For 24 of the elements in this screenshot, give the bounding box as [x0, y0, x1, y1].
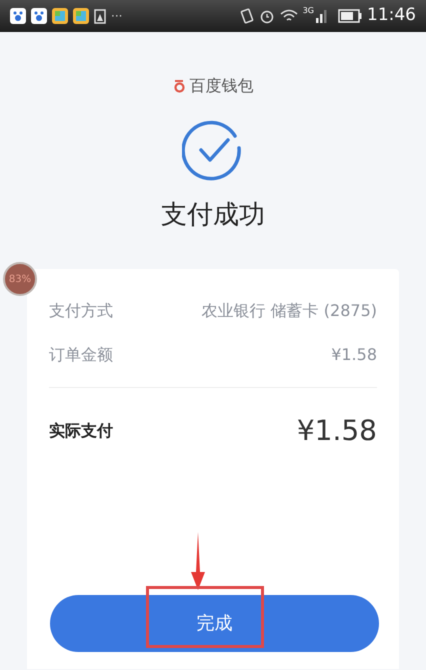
battery-warning-icon — [94, 8, 106, 24]
detail-value: ¥1.58 — [331, 344, 377, 366]
brand-name: 百度钱包 — [190, 75, 254, 97]
brand-logo-icon — [172, 79, 186, 93]
detail-label: 支付方式 — [49, 300, 113, 322]
vibrate-icon — [240, 8, 254, 24]
done-button[interactable]: 完成 — [50, 595, 379, 652]
detail-label: 订单金额 — [49, 344, 113, 366]
total-amount: ¥1.58 — [296, 413, 377, 449]
signal-icon — [315, 8, 327, 24]
colorful-app-icon — [52, 8, 68, 24]
detail-value: 农业银行 储蓄卡 (2875) — [202, 300, 377, 322]
battery-icon — [338, 9, 362, 23]
network-type-text: 3G — [302, 5, 314, 17]
clock-text: 11:46 — [367, 4, 416, 28]
more-notifications-text: ··· — [111, 8, 122, 25]
success-check-icon — [182, 120, 244, 182]
total-label: 实际支付 — [49, 420, 113, 442]
colorful-app-icon — [73, 8, 89, 24]
paw-app-icon — [31, 8, 47, 24]
alarm-icon — [258, 8, 275, 24]
paw-app-icon — [10, 8, 26, 24]
payment-status-title: 支付成功 — [161, 199, 265, 232]
floating-percent-badge[interactable]: 83% — [3, 262, 37, 296]
